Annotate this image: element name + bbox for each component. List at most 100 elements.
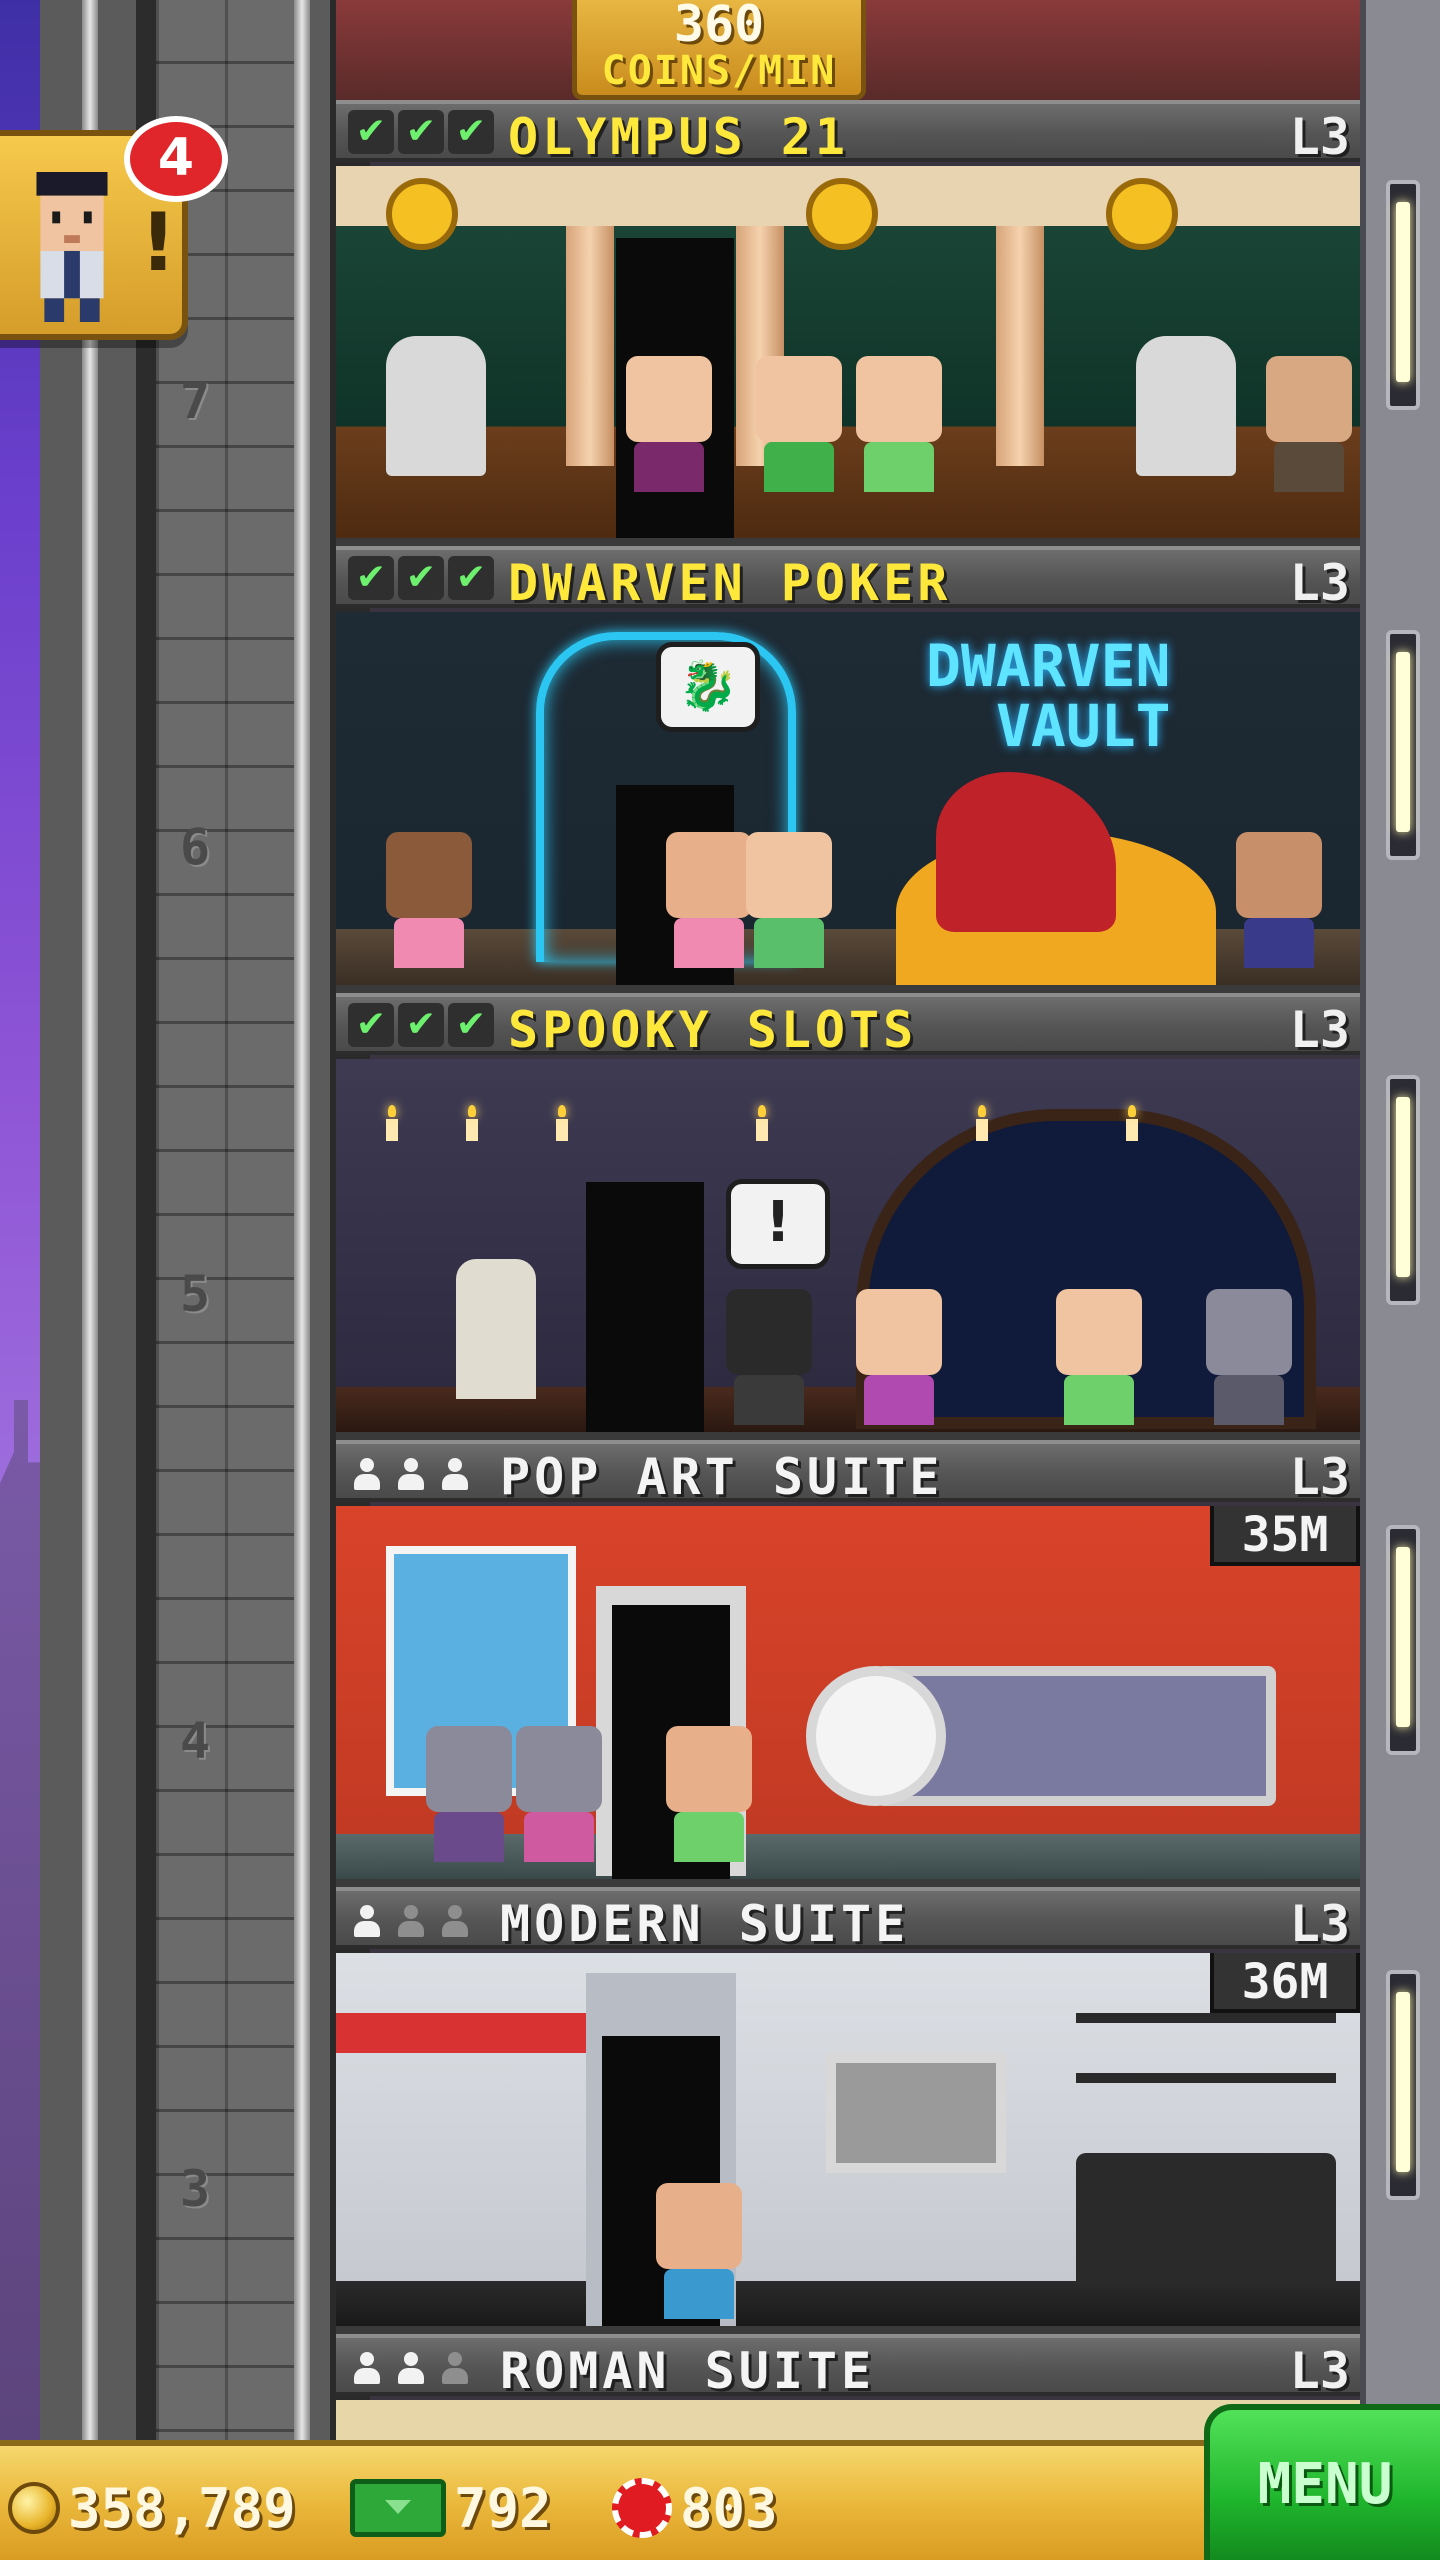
candle	[756, 1105, 768, 1141]
candle	[386, 1105, 398, 1141]
bux-counter[interactable]: 792	[350, 2476, 552, 2540]
tower-window	[1386, 630, 1420, 860]
candle	[1126, 1105, 1138, 1141]
egg-chair	[806, 1666, 946, 1806]
distant-building	[0, 1400, 40, 2440]
floor-name: ROMAN SUITE	[500, 2342, 876, 2400]
occupancy-indicator	[350, 2346, 472, 2386]
bux-value: 792	[454, 2476, 552, 2540]
alert-bubble[interactable]: !	[726, 1179, 830, 1269]
check-icon: ✔	[348, 1003, 394, 1047]
marble-column	[996, 226, 1044, 466]
person-icon	[438, 1899, 472, 1939]
floor-name: SPOOKY SLOTS	[508, 1001, 918, 1059]
check-icon: ✔	[448, 556, 494, 600]
notification-count-badge: 4	[124, 116, 228, 202]
person-icon	[350, 1899, 384, 1939]
red-dragon	[936, 772, 1116, 932]
check-icon: ✔	[448, 110, 494, 154]
bellhop-avatar-icon	[36, 172, 108, 322]
person-icon	[438, 2346, 472, 2386]
floor-level: L3	[1289, 2342, 1350, 2400]
floor-name: OLYMPUS 21	[508, 108, 850, 166]
candle	[976, 1105, 988, 1141]
slot-machine	[456, 1259, 536, 1399]
tower-window	[1386, 1970, 1420, 2200]
person-icon	[438, 1452, 472, 1492]
thought-bubble[interactable]: 🐉	[656, 642, 760, 732]
floor-level: L3	[1289, 1895, 1350, 1953]
person-icon	[350, 2346, 384, 2386]
floor-header: POP ART SUITE L3	[336, 1440, 1360, 1506]
room-scene[interactable]: 35M	[336, 1506, 1360, 1887]
floor-pop-art-suite[interactable]: POP ART SUITE L3 35M	[336, 1440, 1360, 1887]
check-icon: ✔	[398, 110, 444, 154]
vault-sign: VAULT	[996, 692, 1171, 760]
bux-icon	[350, 2479, 446, 2537]
coins-value: 358,789	[68, 2476, 296, 2540]
elevator-rail	[294, 0, 310, 2440]
elevator-rail	[82, 0, 98, 2440]
room-doorway	[586, 1182, 704, 1432]
wall-shelf	[1076, 2013, 1336, 2023]
completion-checks: ✔ ✔ ✔	[348, 110, 494, 154]
elevator-rail	[136, 0, 156, 2440]
vault-sign: DWARVEN	[926, 632, 1171, 700]
candle	[556, 1105, 568, 1141]
coins-per-minute-banner: 360 COINS/MIN	[572, 0, 866, 100]
floor-header: ROMAN SUITE L3	[336, 2334, 1360, 2400]
floor-header: ✔ ✔ ✔ SPOOKY SLOTS L3	[336, 993, 1360, 1059]
chips-value: 803	[680, 2476, 778, 2540]
room-scene[interactable]	[336, 166, 1360, 546]
floor-spooky-slots[interactable]: ✔ ✔ ✔ SPOOKY SLOTS L3 !	[336, 993, 1360, 1440]
tower-window	[1386, 1075, 1420, 1305]
floor-level: L3	[1289, 1001, 1350, 1059]
check-icon: ✔	[348, 556, 394, 600]
check-icon: ✔	[448, 1003, 494, 1047]
marble-column	[566, 226, 614, 466]
coin-icon	[8, 2482, 60, 2534]
modern-bed	[1076, 2153, 1336, 2283]
candle	[466, 1105, 478, 1141]
floor-number: 6	[179, 818, 211, 876]
floor-number: 4	[179, 1712, 211, 1770]
floor-level: L3	[1289, 1448, 1350, 1506]
occupancy-indicator	[350, 1899, 472, 1939]
coins-counter: 358,789	[8, 2476, 296, 2540]
menu-button[interactable]: MENU	[1204, 2404, 1440, 2560]
floor-olympus-21[interactable]: ✔ ✔ ✔ OLYMPUS 21 L3	[336, 100, 1360, 546]
wall-art	[826, 2053, 1006, 2173]
chip-icon	[612, 2478, 672, 2538]
statue	[386, 336, 486, 476]
medal-ornament	[1106, 178, 1178, 250]
person-icon	[394, 1899, 428, 1939]
floor-number: 7	[179, 372, 211, 430]
check-icon: ✔	[398, 1003, 444, 1047]
floor-dwarven-poker[interactable]: ✔ ✔ ✔ DWARVEN POKER L3 DWARVEN VAULT 🐉	[336, 546, 1360, 993]
floor-header: ✔ ✔ ✔ OLYMPUS 21 L3	[336, 100, 1360, 166]
floor-name: MODERN SUITE	[500, 1895, 910, 1953]
alert-icon: !	[140, 196, 177, 289]
bitizen-notification-button[interactable]: ! 4	[0, 116, 228, 340]
completion-checks: ✔ ✔ ✔	[348, 556, 494, 600]
shaft-wall	[156, 0, 294, 2440]
red-accent-wall	[336, 2013, 586, 2053]
elevator-shaft[interactable]	[40, 0, 370, 2440]
room-scene[interactable]: !	[336, 1059, 1360, 1440]
coins-per-minute-unit: COINS/MIN	[601, 48, 837, 94]
floor-modern-suite[interactable]: MODERN SUITE L3 36M	[336, 1887, 1360, 2334]
room-scene[interactable]: DWARVEN VAULT 🐉	[336, 612, 1360, 993]
room-scene[interactable]: 36M	[336, 1953, 1360, 2334]
occupancy-indicator	[350, 1452, 472, 1492]
person-icon	[350, 1452, 384, 1492]
medal-ornament	[386, 178, 458, 250]
floor-name: DWARVEN POKER	[508, 554, 952, 612]
floor-header: ✔ ✔ ✔ DWARVEN POKER L3	[336, 546, 1360, 612]
check-icon: ✔	[398, 556, 444, 600]
person-icon	[394, 2346, 428, 2386]
statue	[1136, 336, 1236, 476]
wall-shelf	[1076, 2073, 1336, 2083]
rent-timer: 36M	[1210, 1953, 1360, 2013]
floor-header: MODERN SUITE L3	[336, 1887, 1360, 1953]
chips-counter[interactable]: 803	[612, 2476, 778, 2540]
